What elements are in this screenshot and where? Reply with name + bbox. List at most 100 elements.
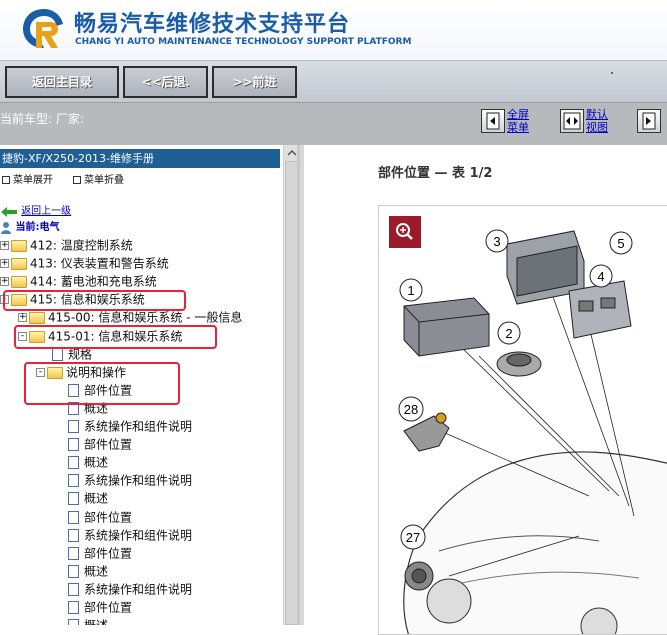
tree-item[interactable]: 系统操作和组件说明 xyxy=(68,417,192,435)
callout-28: 28 xyxy=(398,396,424,422)
tree-item[interactable]: 概述 xyxy=(68,562,108,580)
user-icon xyxy=(1,222,11,234)
svg-text:4: 4 xyxy=(597,269,604,284)
tree-item[interactable]: +414: 蓄电池和充电系统 xyxy=(0,272,157,290)
tree-item-label: 概述 xyxy=(84,455,109,470)
tree-item-label: 414: 蓄电池和充电系统 xyxy=(30,274,157,289)
tree-item[interactable]: 系统操作和组件说明 xyxy=(68,580,192,598)
tree-item[interactable]: 部件位置 xyxy=(68,508,132,526)
folder-icon xyxy=(11,239,27,252)
tree-item-label: 概述 xyxy=(84,619,108,626)
back-up-label: 返回上一级 xyxy=(21,206,72,217)
callout-5: 5 xyxy=(609,231,633,255)
tree-item-label: 概述 xyxy=(84,564,109,579)
svg-text:28: 28 xyxy=(404,402,418,417)
expand-node-icon[interactable]: + xyxy=(0,259,9,268)
expand-node-icon[interactable]: + xyxy=(18,313,27,322)
tree-item-label: 系统操作和组件说明 xyxy=(84,419,193,434)
app-header: 畅易汽车维修技术支持平台 CHANG YI AUTO MAINTENANCE T… xyxy=(0,0,667,60)
expand-node-icon[interactable]: + xyxy=(0,277,9,286)
callout-27: 27 xyxy=(400,524,426,550)
tree-item-label: 413: 仪表装置和警告系统 xyxy=(30,256,169,271)
tree-item[interactable]: 部件位置 xyxy=(68,544,132,562)
logo-icon xyxy=(23,9,63,48)
manual-title: 捷豹-XF/X250-2013-维修手册 xyxy=(0,149,280,168)
tree-item-label: 部件位置 xyxy=(84,510,133,525)
document-icon xyxy=(68,601,79,614)
tree-item-label: 415-00: 信息和娱乐系统 - 一般信息 xyxy=(48,310,243,325)
collapse-all-label: 菜单折叠 xyxy=(84,175,124,186)
folder-icon xyxy=(11,275,27,288)
back-button[interactable]: <<后退. xyxy=(123,66,208,98)
separator-dot xyxy=(611,72,613,74)
content-heading: 部件位置 — 表 1/2 xyxy=(378,166,493,181)
app-subtitle: CHANG YI AUTO MAINTENANCE TECHNOLOGY SUP… xyxy=(75,37,412,47)
component-head-unit xyxy=(403,297,490,357)
tree-item-label: 412: 温度控制系统 xyxy=(30,238,133,253)
chevron-up-icon xyxy=(287,149,297,156)
fullscreen-label-line-1: 全屏 xyxy=(507,108,529,121)
tree-item[interactable]: 系统操作和组件说明 xyxy=(68,526,192,544)
current-car-label: 当前车型: 厂家: xyxy=(0,112,84,126)
tree-scrollbar[interactable] xyxy=(283,145,297,625)
zoom-in-icon xyxy=(396,223,413,240)
tree-item[interactable]: +412: 温度控制系统 xyxy=(0,236,133,254)
document-icon xyxy=(68,511,79,524)
tree-item[interactable]: 概述 xyxy=(68,616,108,625)
current-location: 当前:电气 xyxy=(0,219,59,237)
tree-item-label: 部件位置 xyxy=(84,600,133,615)
tree-item[interactable]: 系统操作和组件说明 xyxy=(68,471,192,489)
collapse-icon xyxy=(73,176,81,184)
highlight-box-415 xyxy=(3,290,186,311)
app-title: 畅易汽车维修技术支持平台 xyxy=(74,12,351,37)
fullscreen-button[interactable] xyxy=(481,109,505,133)
default-view-button[interactable] xyxy=(560,109,584,133)
view-toggle-icon xyxy=(642,112,656,130)
svg-text:2: 2 xyxy=(505,326,512,341)
document-icon xyxy=(68,583,79,596)
collapse-all-button[interactable]: 菜单折叠 xyxy=(73,171,124,186)
tree-item[interactable]: 概述 xyxy=(68,489,108,507)
zoom-button[interactable] xyxy=(389,216,421,248)
scroll-up-button[interactable] xyxy=(284,145,297,161)
document-icon xyxy=(68,492,79,505)
next-view-button[interactable] xyxy=(637,109,661,133)
document-icon xyxy=(68,565,79,578)
nav-toolbar: 返回主目录 <<后退. >>前进 xyxy=(0,60,667,102)
svg-text:1: 1 xyxy=(407,283,414,298)
scroll-thumb[interactable] xyxy=(285,161,297,625)
tree-item-label: 部件位置 xyxy=(84,437,133,452)
highlight-box-415-01 xyxy=(14,325,217,349)
tree-item-label: 系统操作和组件说明 xyxy=(84,528,193,543)
callout-1: 1 xyxy=(399,278,423,302)
fullscreen-label-line-2: 菜单 xyxy=(507,121,529,134)
folder-icon xyxy=(11,257,27,270)
component-diagram: 1 2 3 4 5 28 27 xyxy=(378,205,667,635)
default-view-link[interactable]: 默认 视图 xyxy=(586,108,608,134)
home-button[interactable]: 返回主目录 xyxy=(5,66,119,98)
expand-node-icon[interactable]: + xyxy=(0,241,9,250)
highlight-box-operation xyxy=(24,362,180,405)
document-icon xyxy=(52,348,63,361)
callout-4: 4 xyxy=(589,264,613,288)
callout-3: 3 xyxy=(485,229,509,253)
tree-item[interactable]: 概述 xyxy=(68,453,108,471)
tree-item[interactable]: +413: 仪表装置和警告系统 xyxy=(0,254,169,272)
document-icon xyxy=(68,619,79,625)
svg-text:5: 5 xyxy=(617,236,624,251)
tree-item[interactable]: 部件位置 xyxy=(68,435,132,453)
tree-panel: 捷豹-XF/X250-2013-维修手册 菜单展开 菜单折叠 返回上一级 当前:… xyxy=(0,145,300,625)
svg-text:27: 27 xyxy=(406,530,420,545)
fullscreen-link[interactable]: 全屏 菜单 xyxy=(507,108,529,134)
default-view-label-line-2: 视图 xyxy=(586,121,608,134)
tree-item[interactable]: 部件位置 xyxy=(68,598,132,616)
tree-item-label: 规格 xyxy=(68,347,93,362)
arrow-left-icon xyxy=(1,207,17,217)
document-icon xyxy=(68,438,79,451)
fullscreen-icon xyxy=(486,112,500,130)
forward-button[interactable]: >>前进 xyxy=(212,66,297,98)
folder-icon xyxy=(29,311,45,324)
expand-all-button[interactable]: 菜单展开 xyxy=(2,171,53,186)
tree-item-label: 部件位置 xyxy=(84,546,133,561)
info-bar: 当前车型: 厂家: 全屏 菜单 默认 视图 xyxy=(0,102,667,145)
